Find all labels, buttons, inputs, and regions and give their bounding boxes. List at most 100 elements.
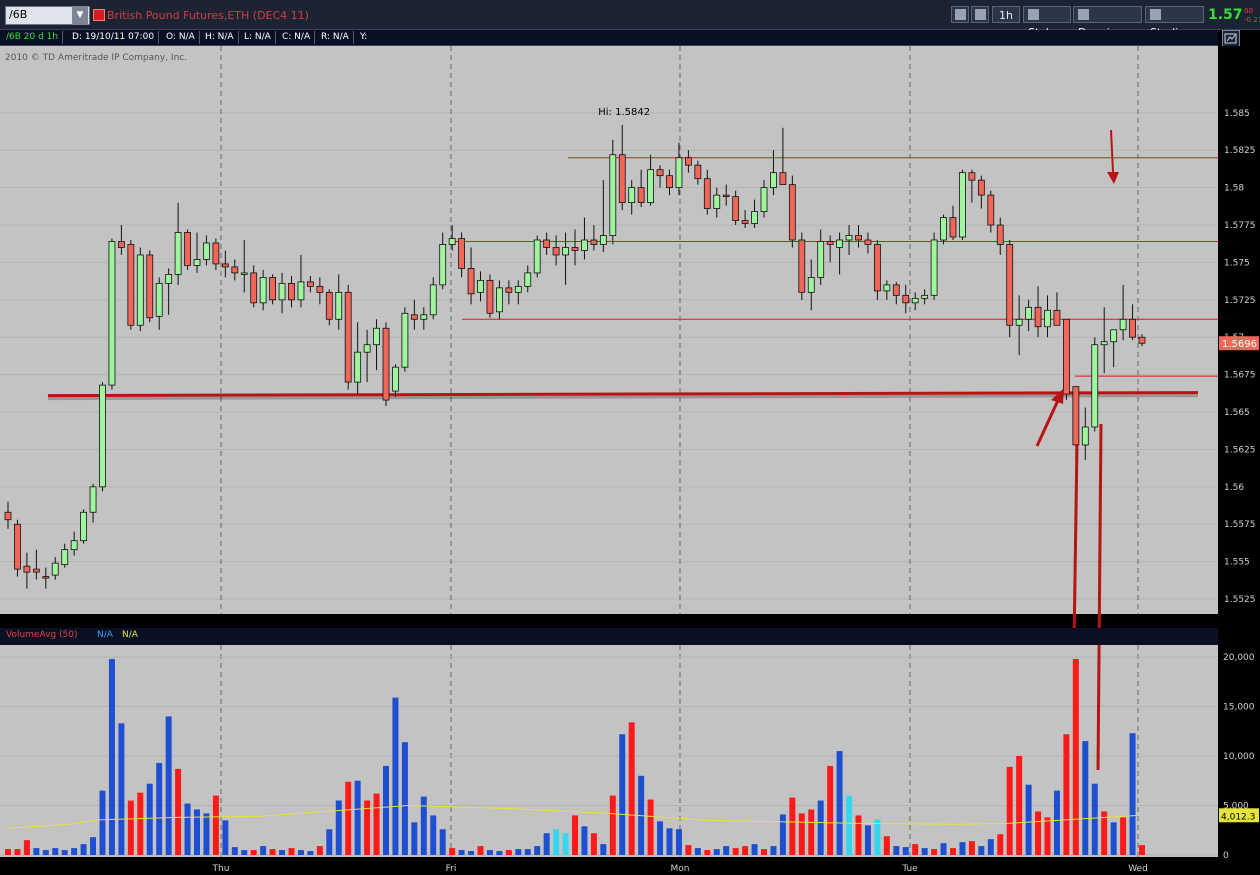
volume-bar bbox=[1139, 845, 1145, 855]
candle-body bbox=[987, 194, 995, 226]
candle-body bbox=[930, 239, 938, 296]
candle-body bbox=[788, 184, 796, 241]
volume-bar bbox=[420, 796, 427, 855]
candle-body bbox=[959, 172, 966, 238]
candle-body bbox=[533, 239, 541, 274]
candle-body bbox=[203, 242, 210, 260]
candle-body bbox=[1034, 306, 1042, 328]
volume-bar bbox=[912, 844, 919, 855]
volume-bar bbox=[449, 848, 456, 855]
candle-body bbox=[628, 187, 636, 203]
volume-bar bbox=[902, 847, 909, 855]
volume-bar bbox=[137, 792, 144, 855]
candle-body bbox=[1044, 309, 1051, 328]
candle-body bbox=[51, 562, 59, 576]
price-tick-label: 1.56 bbox=[1224, 483, 1244, 493]
candle-body bbox=[269, 276, 277, 301]
volume-bar bbox=[921, 848, 928, 855]
volume-bar bbox=[827, 765, 834, 855]
volume-bar bbox=[269, 849, 276, 855]
candle-body bbox=[855, 235, 862, 241]
time-axis-bg bbox=[0, 857, 1260, 875]
candle-body bbox=[420, 314, 428, 320]
volume-tick-label: 10,000 bbox=[1223, 752, 1255, 762]
volume-bar bbox=[279, 850, 286, 855]
candle-body bbox=[836, 239, 843, 248]
volume-bar bbox=[779, 814, 786, 855]
candle-body bbox=[1129, 318, 1136, 338]
volume-bar bbox=[732, 848, 739, 855]
candle-body bbox=[968, 172, 976, 181]
volume-bar bbox=[33, 848, 40, 855]
price-chart[interactable]: 2010 © TD Ameritrade IP Company, Inc. 1.… bbox=[0, 0, 1260, 875]
volume-bar bbox=[883, 836, 890, 855]
volume-bar bbox=[572, 815, 578, 855]
volume-bar bbox=[1044, 817, 1051, 855]
volume-bar bbox=[486, 850, 493, 855]
volume-bar bbox=[288, 848, 295, 855]
candle-body bbox=[703, 178, 711, 209]
volume-bar bbox=[52, 848, 59, 855]
volume-bar bbox=[751, 844, 758, 855]
candle-body bbox=[779, 172, 787, 186]
volume-bar bbox=[808, 809, 815, 855]
volume-bar bbox=[345, 781, 352, 855]
price-tick-label: 1.5525 bbox=[1224, 595, 1256, 605]
volume-bar bbox=[411, 822, 418, 855]
price-tick-label: 1.5675 bbox=[1224, 371, 1256, 381]
volume-bar bbox=[647, 799, 654, 855]
candle-body bbox=[892, 284, 900, 296]
volume-bar bbox=[770, 846, 777, 855]
volume-bar bbox=[846, 795, 853, 855]
candle-body bbox=[713, 194, 721, 209]
volume-bar bbox=[1091, 783, 1098, 855]
volume-bar bbox=[430, 815, 437, 855]
candle-body bbox=[278, 282, 286, 301]
volume-bar bbox=[260, 846, 267, 855]
volume-bar bbox=[505, 850, 512, 855]
candle-body bbox=[685, 157, 692, 166]
candle-body bbox=[977, 179, 985, 196]
volume-bar bbox=[1072, 658, 1079, 855]
candle-body bbox=[458, 238, 466, 269]
candle-body bbox=[760, 187, 768, 212]
volume-bar bbox=[477, 846, 484, 855]
volume-bar bbox=[1120, 817, 1127, 855]
candle-body bbox=[1091, 344, 1099, 428]
candle-body bbox=[543, 239, 551, 248]
volume-bar bbox=[1025, 784, 1032, 855]
volume-bar bbox=[666, 828, 673, 855]
candle-body bbox=[949, 217, 957, 238]
candle-body bbox=[864, 239, 872, 245]
candle-body bbox=[599, 235, 607, 245]
volume-bar bbox=[42, 850, 49, 855]
candle-body bbox=[618, 154, 626, 203]
candle-body bbox=[666, 175, 673, 189]
candle-body bbox=[174, 232, 182, 275]
volume-bar bbox=[108, 658, 115, 855]
volume-header: VolumeAvg (50) N/A N/A bbox=[0, 628, 1218, 645]
candle-body bbox=[23, 565, 31, 573]
volume-bar bbox=[14, 849, 21, 855]
volume-bar bbox=[458, 850, 465, 855]
candle-body bbox=[316, 285, 324, 293]
volume-bar bbox=[1082, 741, 1089, 855]
candle-body bbox=[647, 169, 654, 203]
volume-bar bbox=[657, 821, 664, 855]
volume-bar bbox=[562, 833, 569, 855]
volume-bar bbox=[723, 846, 730, 855]
volume-bar bbox=[194, 809, 200, 855]
volume-axis-bg bbox=[1218, 645, 1260, 857]
candle-body bbox=[637, 187, 645, 203]
candle-body bbox=[883, 284, 891, 292]
candle-body bbox=[921, 294, 929, 299]
volume-bar bbox=[742, 846, 749, 855]
candle-body bbox=[1063, 318, 1070, 395]
volume-bar bbox=[326, 829, 333, 855]
candle-body bbox=[590, 239, 598, 245]
volume-bar bbox=[212, 795, 219, 855]
volume-bar bbox=[874, 819, 881, 855]
volume-bar bbox=[817, 800, 824, 855]
candle-body bbox=[1110, 329, 1118, 343]
volume-bar bbox=[534, 846, 541, 855]
